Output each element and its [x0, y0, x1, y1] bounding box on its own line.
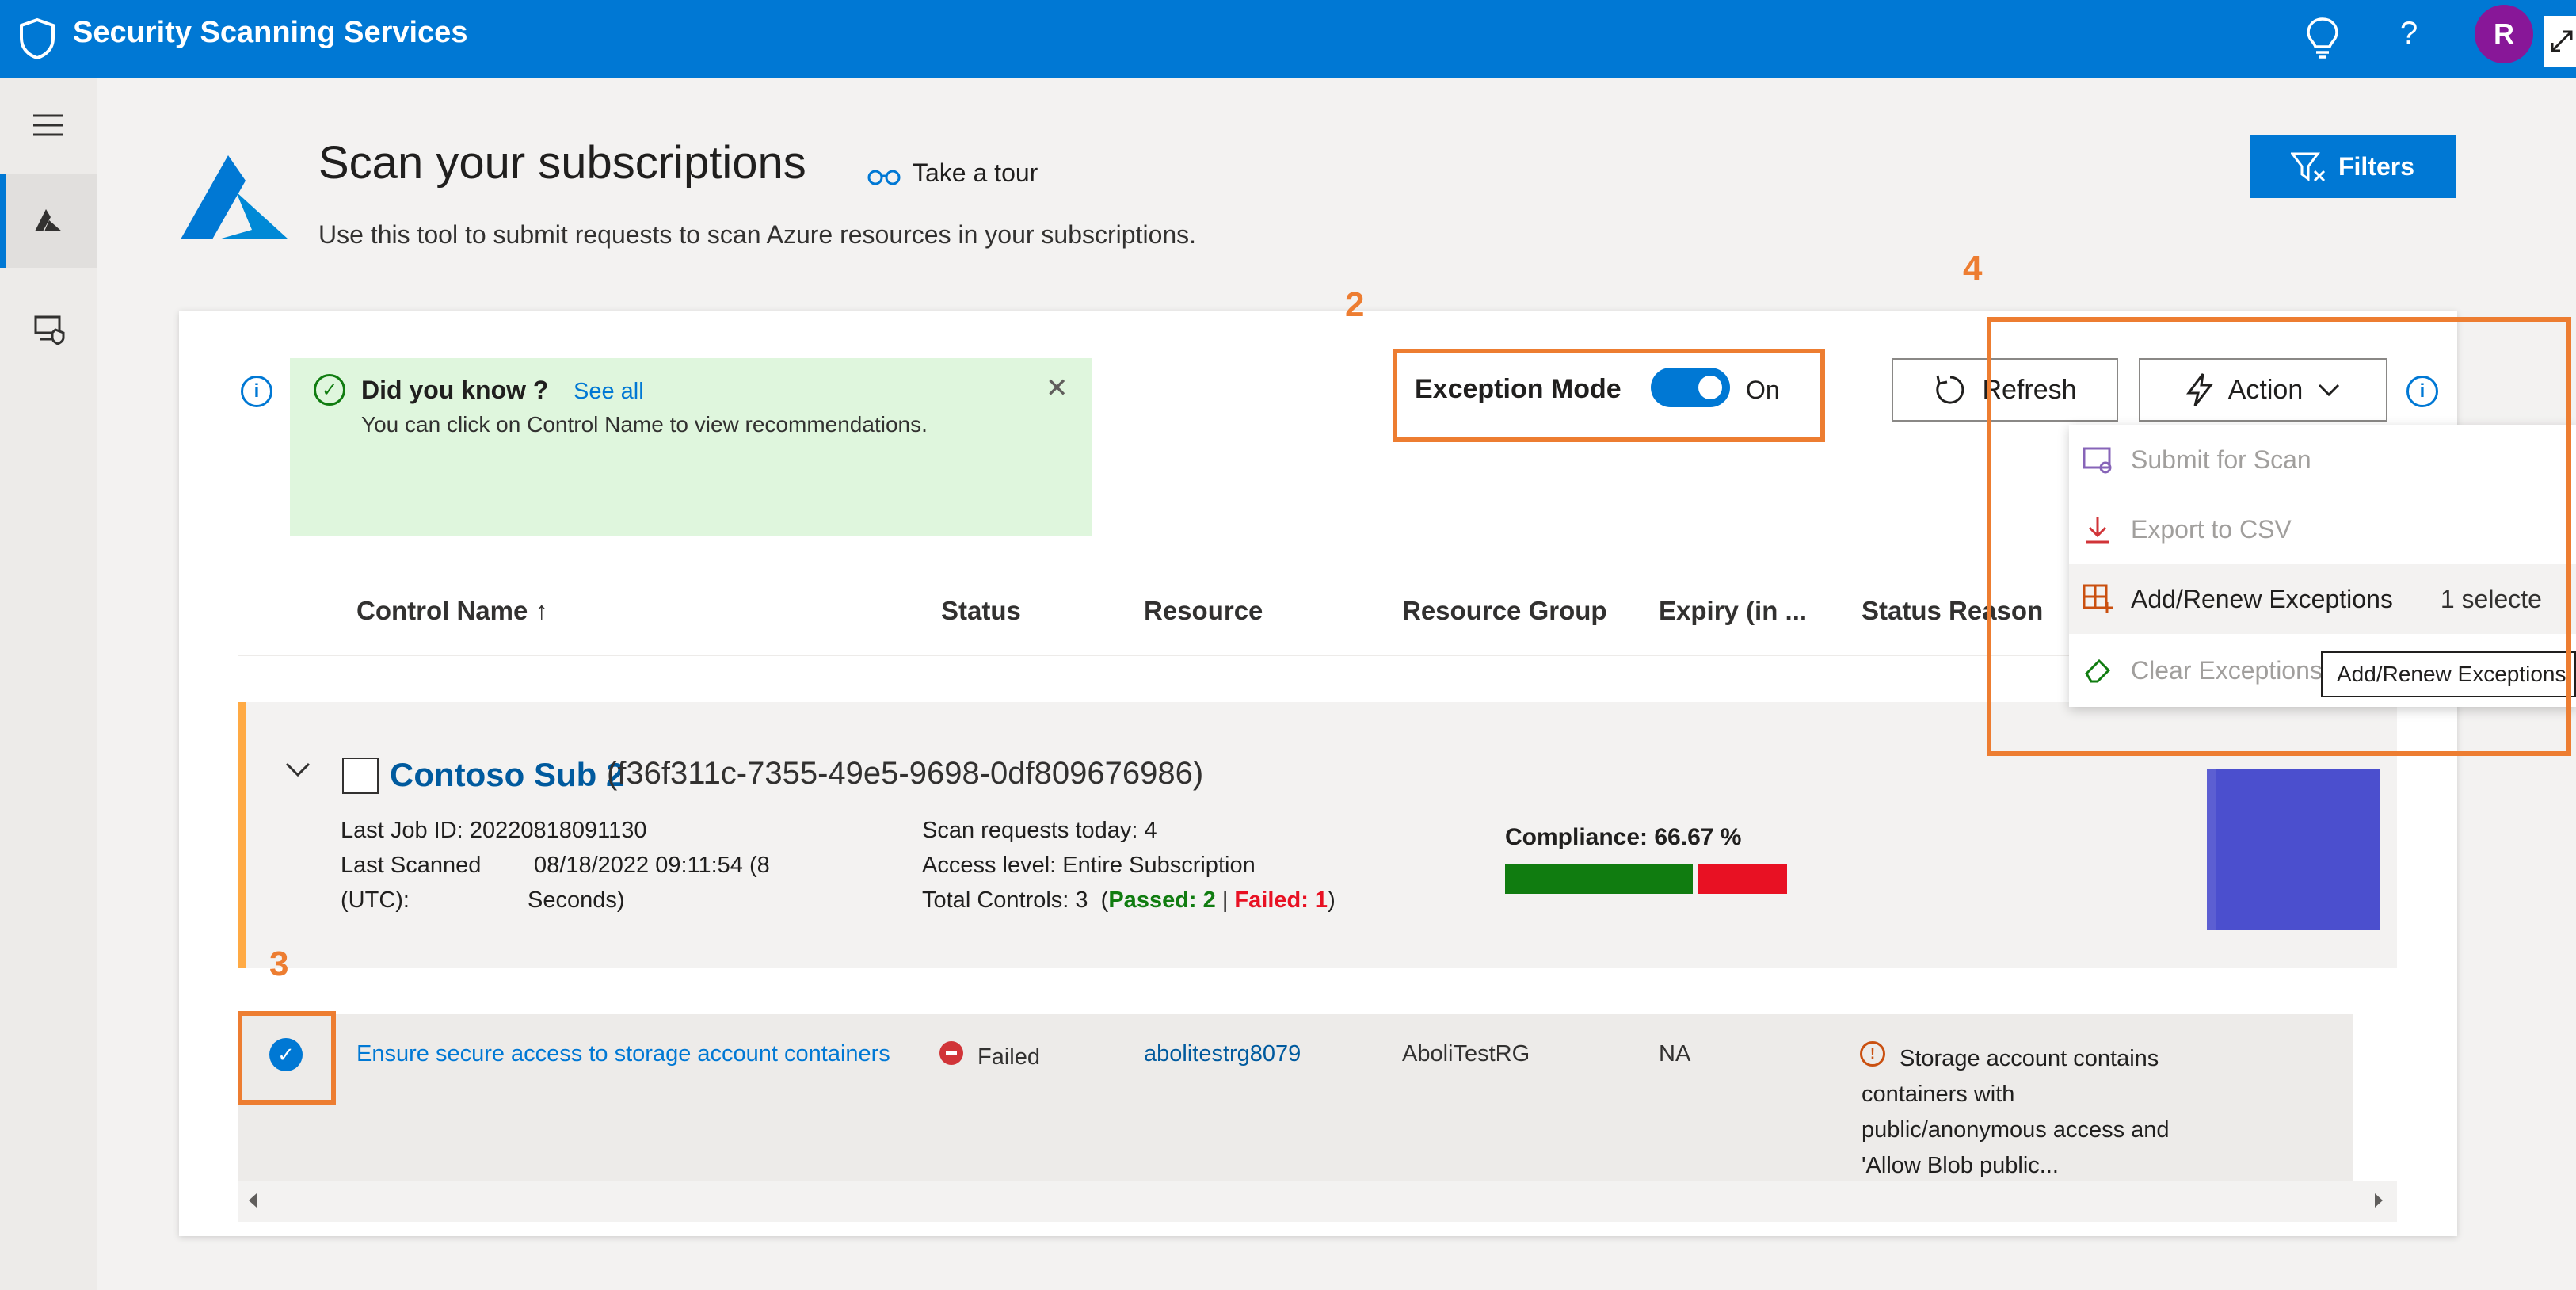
access-level-label: Access level:: [922, 853, 1057, 878]
shield-icon: [20, 17, 55, 60]
subscription-side-panel: [2207, 769, 2380, 930]
last-scanned-value: 08/18/2022 09:11:54 (8: [534, 853, 770, 878]
access-level-value: Entire Subscription: [1062, 853, 1256, 878]
total-controls-value: 3: [1075, 887, 1088, 913]
access-level: Access level: Entire Subscription: [922, 853, 1256, 879]
chevron-down-icon[interactable]: [282, 754, 314, 786]
compliance-value: 66.67 %: [1654, 824, 1742, 850]
horizontal-scrollbar[interactable]: [238, 1181, 2397, 1222]
hamburger-menu-icon[interactable]: [32, 113, 65, 139]
subscription-checkbox[interactable]: [342, 758, 379, 794]
top-app-bar: Security Scanning Services ? R: [0, 0, 2576, 78]
subscription-name-link[interactable]: Contoso Sub 2: [390, 756, 624, 794]
glasses-icon[interactable]: [867, 165, 901, 187]
passed-count: Passed: 2: [1108, 887, 1216, 913]
compliance-label: Compliance:: [1505, 824, 1648, 850]
row-expiry: NA: [1659, 1041, 1691, 1067]
utc-label: (UTC):: [341, 887, 410, 913]
scan-requests-label: Scan requests today:: [922, 818, 1138, 843]
row-status-reason: Storage account contains containers with…: [1862, 1046, 2170, 1178]
info-icon[interactable]: i: [241, 376, 272, 407]
column-header-resource[interactable]: Resource: [1144, 596, 1263, 626]
tip-body: You can click on Control Name to view re…: [361, 412, 928, 437]
side-panel-edge: [2207, 769, 2216, 930]
filters-label: Filters: [2338, 151, 2415, 181]
failed-status-icon: [939, 1041, 963, 1065]
exception-mode-state: On: [1746, 376, 1780, 404]
last-job-id-label: Last Job ID:: [341, 818, 463, 843]
close-icon[interactable]: ✕: [1046, 372, 1069, 404]
column-header-expiry[interactable]: Expiry (in ...: [1659, 596, 1807, 626]
annotation-box-4: [1987, 317, 2571, 756]
exception-mode-label: Exception Mode: [1415, 374, 1621, 404]
app-title: Security Scanning Services: [73, 16, 468, 49]
lightbulb-icon[interactable]: [2305, 16, 2340, 60]
tip-title: Did you know ?: [361, 376, 549, 404]
expand-icon[interactable]: [2544, 16, 2576, 67]
help-icon[interactable]: ?: [2400, 16, 2418, 52]
filters-button[interactable]: Filters: [2250, 135, 2456, 198]
annotation-number-3: 3: [269, 945, 289, 983]
scroll-right-icon[interactable]: [2372, 1192, 2386, 1209]
column-header-control-name[interactable]: Control Name ↑: [356, 596, 548, 626]
compliance: Compliance: 66.67 %: [1505, 824, 1741, 851]
scroll-left-icon[interactable]: [246, 1192, 260, 1209]
annotation-number-2: 2: [1345, 285, 1365, 324]
page-subtitle: Use this tool to submit requests to scan…: [318, 220, 1197, 249]
refresh-icon: [1936, 375, 1964, 404]
failed-count: Failed: 1: [1234, 887, 1328, 913]
annotation-number-4: 4: [1963, 249, 1983, 288]
column-header-status[interactable]: Status: [941, 596, 1021, 626]
exception-mode-toggle[interactable]: [1651, 368, 1730, 407]
page-title: Scan your subscriptions: [318, 137, 806, 189]
take-a-tour-link[interactable]: Take a tour: [913, 158, 1038, 188]
row-checkmark-icon[interactable]: ✓: [269, 1038, 303, 1071]
subscription-id: (f36f311c-7355-49e5-9698-0df809676986): [607, 756, 1204, 791]
last-job-id: Last Job ID: 20220818091130: [341, 818, 646, 844]
total-controls-label: Total Controls:: [922, 887, 1069, 913]
scan-requests-value: 4: [1144, 818, 1157, 843]
resource-link[interactable]: abolitestrg8079: [1144, 1041, 1301, 1067]
rail-selection-indicator: [0, 174, 6, 268]
compliance-fail-bar: [1698, 864, 1787, 894]
avatar[interactable]: R: [2475, 5, 2533, 63]
filter-icon: [2290, 152, 2326, 182]
row-status: Failed: [977, 1044, 1040, 1070]
control-name-link[interactable]: Ensure secure access to storage account …: [356, 1041, 890, 1067]
last-job-id-value: 20220818091130: [469, 818, 647, 843]
scan-requests-today: Scan requests today: 4: [922, 818, 1157, 844]
last-scanned-label: Last Scanned: [341, 853, 482, 878]
azure-icon: [35, 209, 62, 231]
total-controls: Total Controls: 3 (Passed: 2 | Failed: 1…: [922, 887, 1336, 913]
azure-logo-icon: [181, 155, 288, 239]
row-resource-group: AboliTestRG: [1402, 1041, 1530, 1067]
see-all-link[interactable]: See all: [574, 379, 644, 405]
seconds-label: Seconds): [528, 887, 625, 913]
scan-device-icon[interactable]: [33, 314, 67, 345]
group-accent-bar: [238, 702, 246, 968]
check-circle-icon: ✓: [314, 374, 345, 406]
column-header-resource-group[interactable]: Resource Group: [1402, 596, 1607, 626]
compliance-pass-bar: [1505, 864, 1693, 894]
